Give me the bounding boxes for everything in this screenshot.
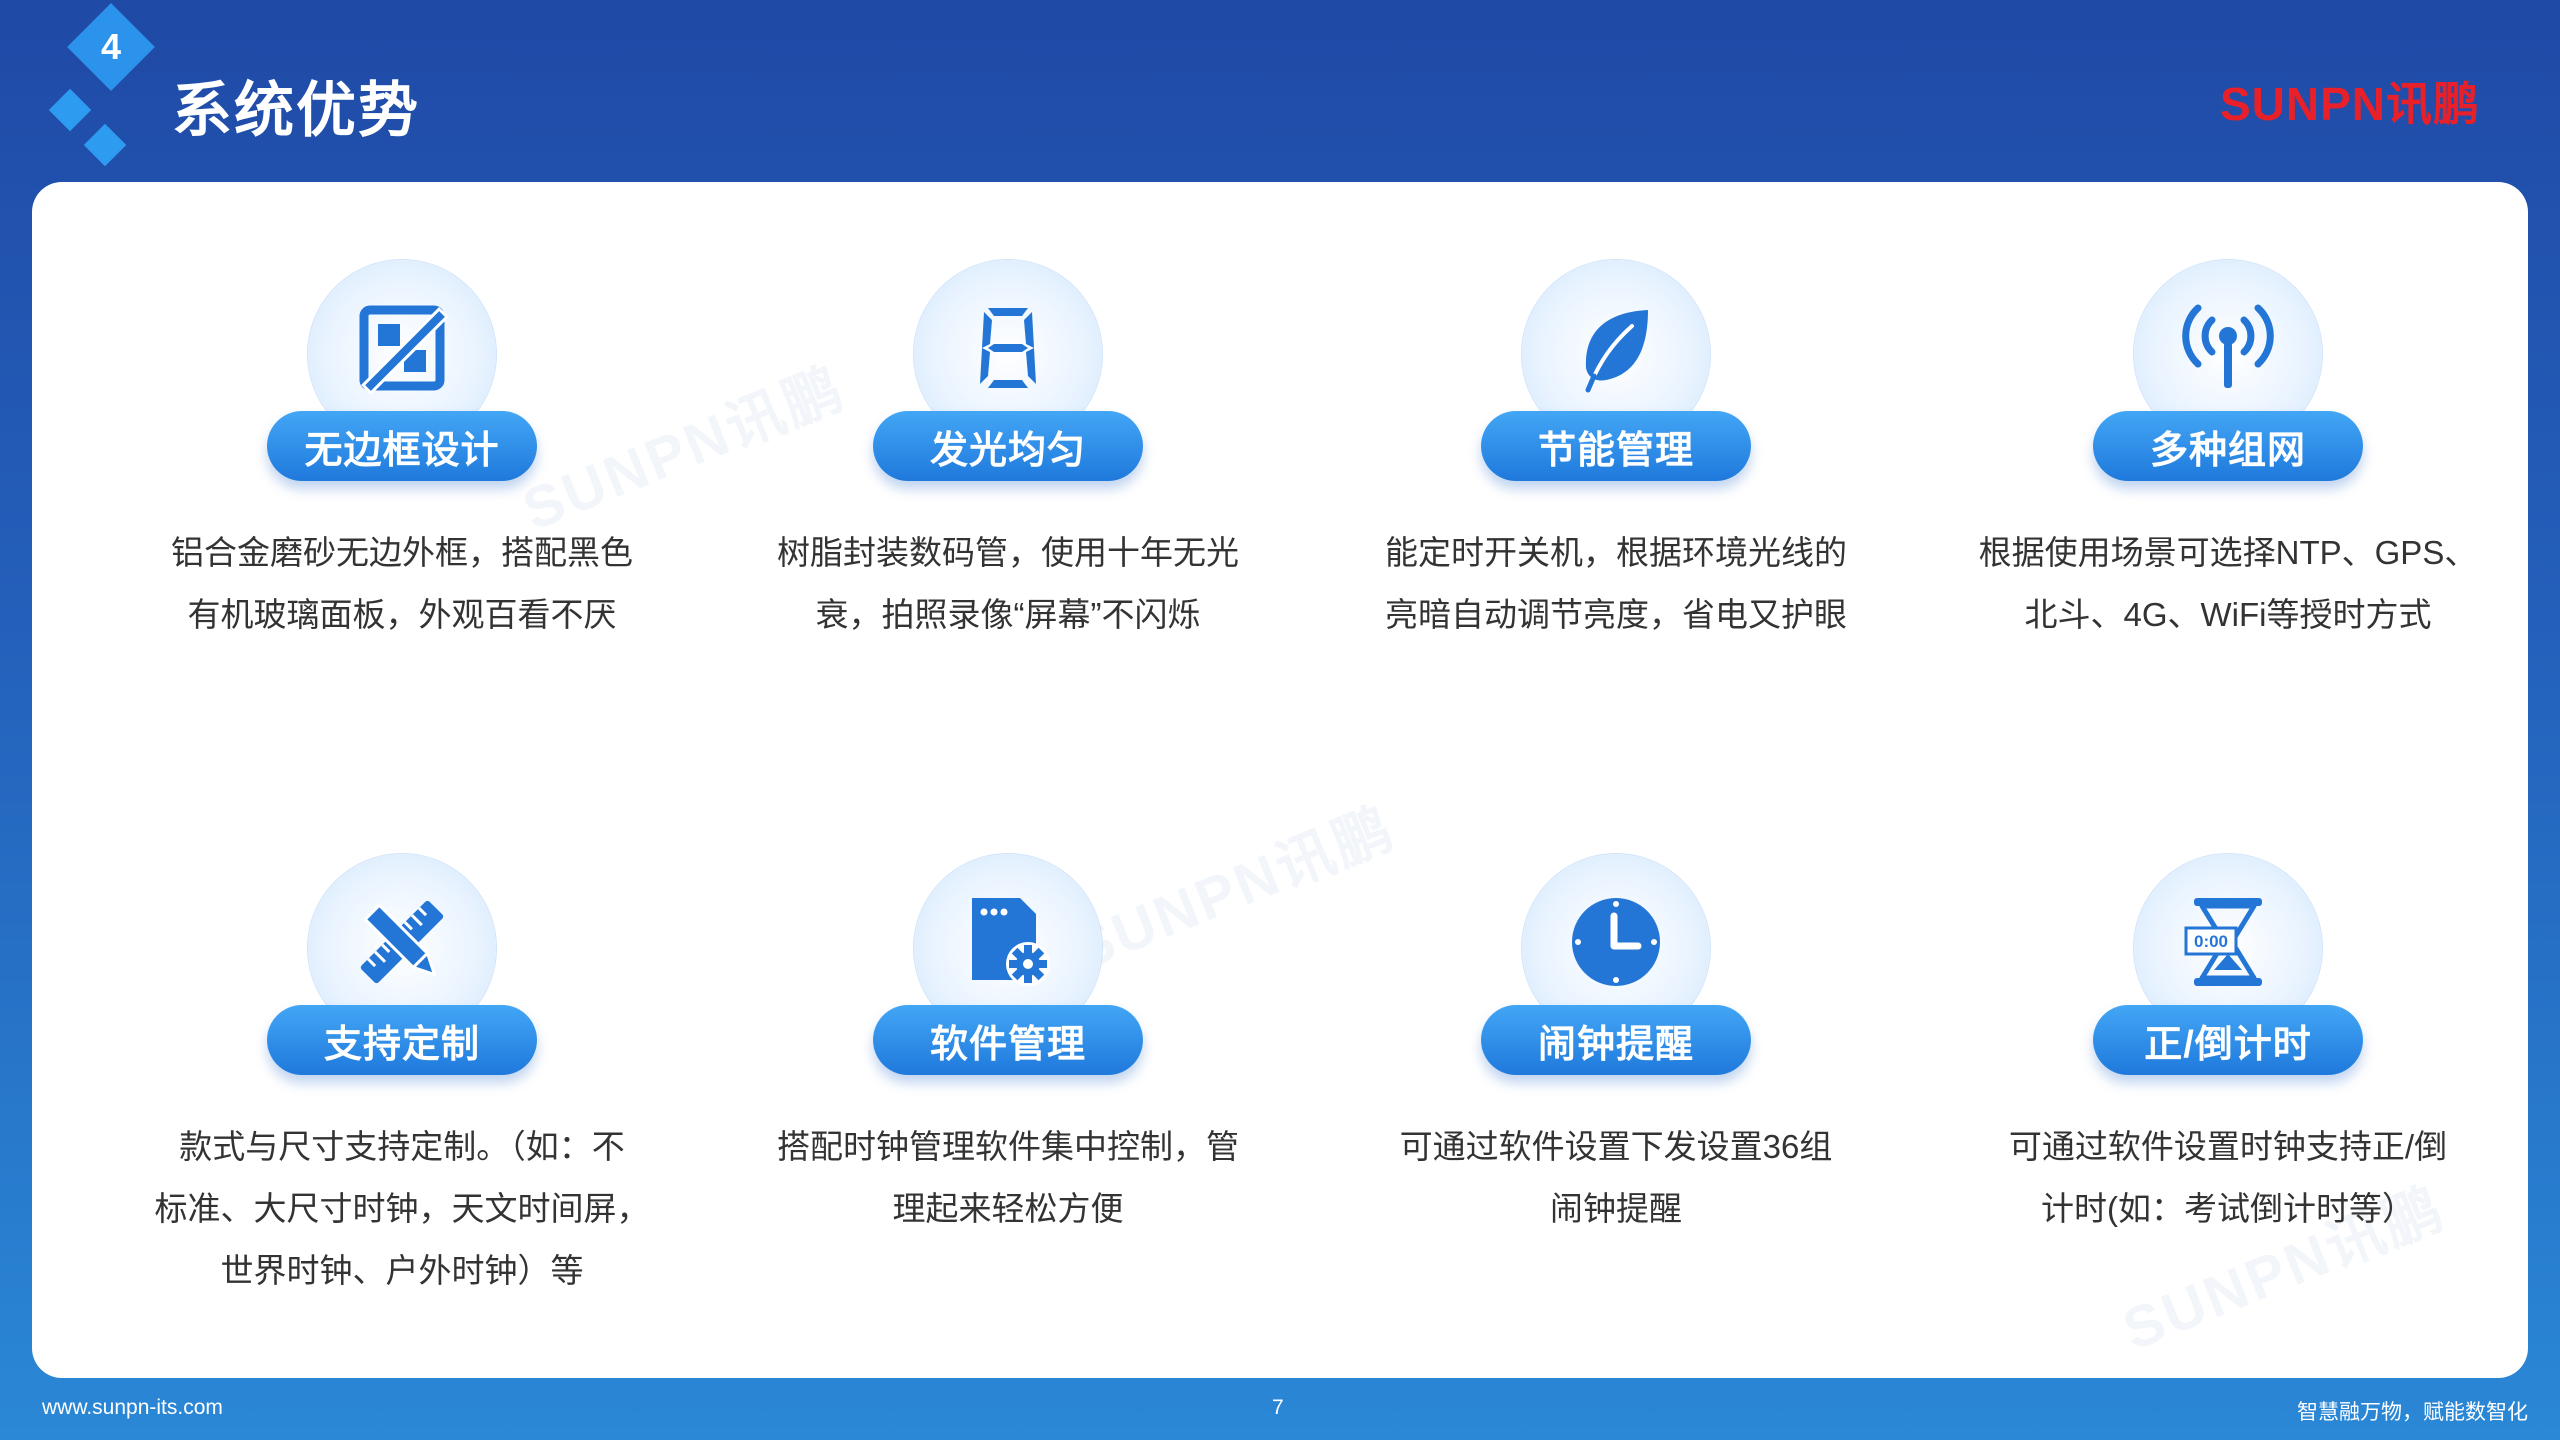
feature-count-up-down-timer: 0:00 正/倒计时 可通过软件设置时钟支持正/倒 计时(如：考试倒计时等） [1948,776,2508,1296]
decorative-diamond [83,123,127,167]
feature-title: 正/倒计时 [2093,1005,2363,1075]
footer-website: www.sunpn-its.com [42,1396,223,1419]
feature-description: 根据使用场景可选择NTP、GPS、 北斗、4G、WiFi等授时方式 [1978,534,2478,633]
feature-title: 发光均匀 [873,411,1143,481]
feature-energy-saving: 节能管理 能定时开关机，根据环境光线的 亮暗自动调节亮度，省电又护眼 [1336,182,1896,702]
feature-uniform-light: 发光均匀 树脂封装数码管，使用十年无光 衰，拍照录像“屏幕”不闪烁 [728,182,1288,702]
section-number: 4 [100,26,122,67]
footer-slogan: 智慧融万物，赋能数智化 [2297,1401,2528,1424]
feature-title: 支持定制 [267,1005,537,1075]
feature-title: 无边框设计 [267,411,537,481]
feature-frameless-design: 无边框设计 铝合金磨砂无边外框，搭配黑色 有机玻璃面板，外观百看不厌 [122,182,682,702]
feature-title: 闹钟提醒 [1481,1005,1751,1075]
feature-title: 软件管理 [873,1005,1143,1075]
feature-customization: 支持定制 款式与尺寸支持定制。（如：不 标准、大尺寸时钟，天文时间屏， 世界时钟… [122,776,682,1296]
feature-title: 多种组网 [2093,411,2363,481]
svg-text:0:00: 0:00 [2194,932,2228,951]
feature-description: 能定时开关机，根据环境光线的 亮暗自动调节亮度，省电又护眼 [1385,534,1847,633]
footer-page-number: 7 [1272,1396,1284,1419]
feature-networking: 多种组网 根据使用场景可选择NTP、GPS、 北斗、4G、WiFi等授时方式 [1948,182,2508,702]
decorative-diamond [48,88,92,132]
brand-logo: SUNPN讯鹏 [2219,78,2480,130]
page-title: 系统优势 [172,77,420,144]
feature-description: 搭配时钟管理软件集中控制，管 理起来轻松方便 [777,1128,1239,1227]
slide-header: 4 系统优势 SUNPN讯鹏 [0,0,2560,182]
feature-title: 节能管理 [1481,411,1751,481]
feature-alarm-reminder: 闹钟提醒 可通过软件设置下发设置36组 闹钟提醒 [1336,776,1896,1296]
feature-software-management: 软件管理 搭配时钟管理软件集中控制，管 理起来轻松方便 [728,776,1288,1296]
feature-description: 可通过软件设置下发设置36组 闹钟提醒 [1399,1128,1833,1227]
feature-description: 可通过软件设置时钟支持正/倒 计时(如：考试倒计时等） [2008,1128,2448,1227]
feature-description: 树脂封装数码管，使用十年无光 衰，拍照录像“屏幕”不闪烁 [777,534,1239,633]
feature-description: 款式与尺寸支持定制。（如：不 标准、大尺寸时钟，天文时间屏， 世界时钟、户外时钟… [154,1128,650,1289]
feature-description: 铝合金磨砂无边外框，搭配黑色 有机玻璃面板，外观百看不厌 [171,534,633,633]
content-card: SUNPN讯鹏 SUNPN讯鹏 SUNPN讯鹏 无边框设计 铝合金磨砂无边外框，… [32,182,2528,1378]
